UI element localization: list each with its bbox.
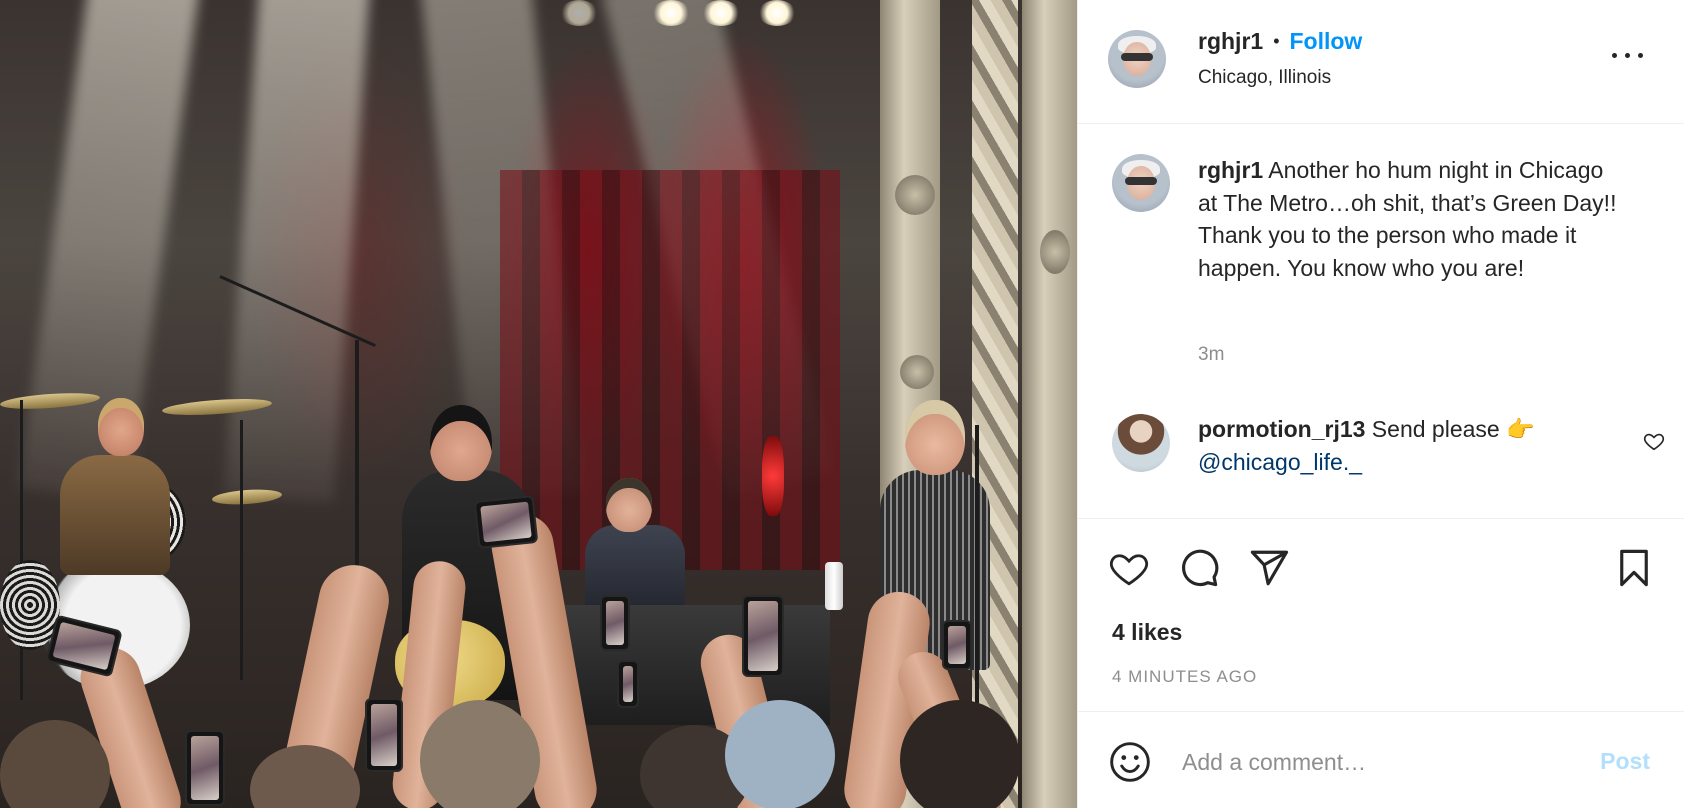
stage-spotlight [702,0,740,26]
crowd-head [0,720,110,808]
curtain [500,170,840,570]
avatar[interactable] [1112,154,1170,212]
column-ornament [1040,230,1070,274]
caption-timestamp[interactable]: 3m [1198,344,1224,366]
stage-spotlight [758,0,796,26]
add-comment-bar: Post [1078,711,1684,808]
proscenium-column [1022,0,1077,808]
comment: pormotion_rj13 Send please 👉 @chicago_lif… [1198,413,1598,478]
singer-head [430,405,492,481]
red-lamp [762,436,784,516]
crowd-phone [600,595,630,651]
post-caption: rghjr1 Another ho hum night in Chicago a… [1198,154,1628,284]
drummer [60,455,170,575]
commenter-avatar[interactable] [1112,414,1170,472]
post-timestamp: 4 MINUTES AGO [1112,667,1258,686]
crowd-phone [942,620,972,670]
follow-button[interactable]: Follow [1290,28,1363,55]
separator-dot: • [1273,31,1280,51]
keyboardist-head [606,478,652,532]
column-ornament [900,355,934,389]
paper-plane-icon[interactable] [1248,547,1290,589]
speech-bubble-icon[interactable] [1178,547,1220,589]
cymbal-stand [240,420,243,680]
smiley-icon[interactable] [1108,740,1152,784]
crowd-phone [185,730,225,806]
author-username[interactable]: rghjr1 [1198,28,1263,55]
more-horizontal-icon[interactable] [1612,50,1648,60]
comment-mention[interactable]: @chicago_life._ [1198,449,1362,475]
header-title-row: rghjr1 • Follow [1198,28,1362,55]
light-beam [223,0,370,503]
bookmark-icon[interactable] [1613,547,1655,589]
crowd-head [420,700,540,808]
crowd-head [725,700,835,808]
bass-mic-stand [975,425,979,705]
comment-input[interactable] [1182,742,1562,782]
crowd-phone [742,595,784,677]
comment-body: Send please 👉 [1365,416,1535,442]
commenter-username[interactable]: pormotion_rj13 [1198,416,1365,442]
post-photo[interactable] [0,0,1077,808]
cymbal-stand [20,400,23,700]
likes-count[interactable]: 4 likes [1112,619,1182,646]
post-location[interactable]: Chicago, Illinois [1198,67,1331,89]
stage-spotlight [560,0,598,26]
stage-spotlight [652,0,690,26]
drummer-head [98,398,144,456]
crowd-phone [473,494,539,550]
crowd-head [900,700,1020,808]
water-bottle [825,562,843,610]
avatar[interactable] [1108,30,1166,88]
heart-icon[interactable] [1108,547,1150,589]
post-actions: 4 likes 4 MINUTES AGO [1078,518,1684,711]
column-ornament [895,175,935,215]
post-header: rghjr1 • Follow Chicago, Illinois [1078,0,1684,124]
post-sidebar: rghjr1 • Follow Chicago, Illinois rghjr1… [1077,0,1684,808]
bassist-head [905,400,965,475]
comment-like-heart-icon[interactable] [1643,430,1665,452]
crowd-phone [365,698,403,772]
post-button[interactable]: Post [1600,748,1650,775]
cymbal [211,487,283,507]
caption-username[interactable]: rghjr1 [1198,157,1263,183]
crowd-phone [617,660,639,708]
